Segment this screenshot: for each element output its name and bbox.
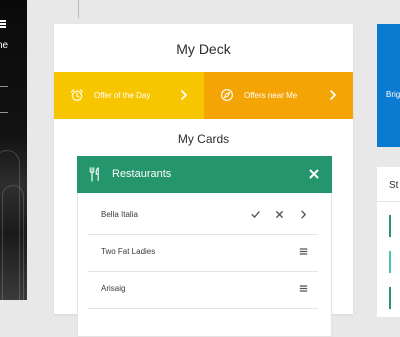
page-title: My Deck [176, 41, 231, 57]
accent-bar [389, 287, 391, 309]
restaurants-card-header[interactable]: Restaurants [77, 156, 332, 193]
restaurant-name: Bella Italia [101, 210, 138, 219]
restaurant-name: Two Fat Ladies [101, 247, 156, 256]
list-item[interactable]: Bella Italia [88, 197, 318, 235]
chevron-right-icon[interactable] [299, 210, 308, 219]
drag-handle-icon[interactable] [299, 247, 308, 256]
offer-of-the-day-button[interactable]: Offer of the Day [54, 72, 204, 119]
side-navigation: ne [0, 0, 27, 300]
offers-near-me-label: Offers near Me [244, 91, 298, 100]
offers-near-me-button[interactable]: Offers near Me [204, 72, 353, 119]
background-arch [2, 185, 24, 300]
my-deck-card: My Deck Offer of the Day Offers near Me [54, 24, 353, 337]
accent-bar [389, 251, 391, 273]
alarm-clock-icon [71, 89, 83, 101]
side-nav-divider [0, 86, 8, 87]
list-item[interactable]: Two Fat Ladies [88, 234, 318, 272]
check-icon[interactable] [251, 210, 260, 219]
accent-bar [389, 215, 391, 237]
restaurant-name: Arisaig [101, 284, 126, 293]
section-heading: My Cards [177, 132, 230, 146]
divider [78, 0, 79, 18]
offer-of-the-day-label: Offer of the Day [94, 91, 151, 100]
side-nav-text: ne [0, 40, 9, 51]
restaurants-card: Restaurants Bella Italia Two Fat Ladies [77, 156, 332, 337]
cutlery-icon [89, 167, 99, 182]
menu-icon[interactable] [0, 20, 6, 28]
side-nav-divider [0, 112, 8, 113]
compass-icon [221, 89, 233, 101]
offer-bar: Offer of the Day Offers near Me [54, 72, 353, 119]
drag-handle-icon[interactable] [299, 284, 308, 293]
promo-card[interactable]: Brig [377, 24, 400, 147]
list-item[interactable]: Arisaig [88, 271, 318, 309]
chevron-right-icon [181, 90, 187, 100]
close-icon[interactable] [275, 210, 284, 219]
promo-card-text: Brig [386, 90, 400, 99]
divider [377, 201, 400, 202]
chevron-right-icon [330, 90, 336, 100]
secondary-card-heading: St [389, 180, 399, 191]
restaurants-title: Restaurants [112, 168, 172, 180]
secondary-card: St [377, 167, 400, 317]
close-icon[interactable] [309, 169, 319, 179]
